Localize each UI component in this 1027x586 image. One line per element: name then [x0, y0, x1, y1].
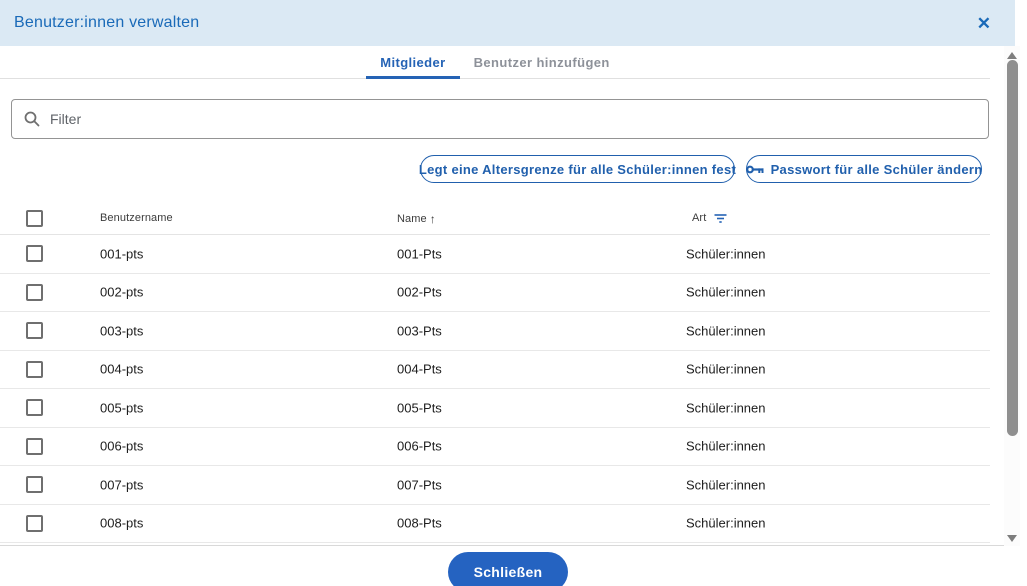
table-row[interactable]: 002-pts 002-Pts Schüler:innen — [0, 274, 990, 313]
close-icon[interactable]: ✕ — [977, 15, 991, 32]
table-row[interactable]: 005-pts 005-Pts Schüler:innen — [0, 389, 990, 428]
filter-funnel-icon[interactable] — [714, 214, 727, 223]
footer-divider — [0, 545, 1015, 546]
dialog-title: Benutzer:innen verwalten — [14, 14, 199, 32]
column-header-art[interactable]: Art — [692, 212, 727, 224]
tab-mitglieder[interactable]: Mitglieder — [366, 46, 459, 78]
cell-art: Schüler:innen — [686, 362, 766, 377]
set-age-limit-label: Legt eine Altersgrenze für alle Schüler:… — [419, 162, 736, 177]
scroll-up-icon[interactable] — [1007, 52, 1017, 59]
cell-benutzername: 005-pts — [100, 400, 143, 415]
cell-name: 001-Pts — [397, 246, 442, 261]
set-age-limit-button[interactable]: Legt eine Altersgrenze für alle Schüler:… — [420, 155, 735, 183]
vertical-scrollbar[interactable] — [1004, 46, 1020, 546]
sort-asc-icon: ↑ — [430, 212, 436, 226]
change-password-button[interactable]: Passwort für alle Schüler ändern — [746, 155, 982, 183]
row-checkbox[interactable] — [26, 515, 43, 532]
tab-bar: Mitglieder Benutzer hinzufügen — [0, 46, 990, 79]
cell-name: 005-Pts — [397, 400, 442, 415]
cell-benutzername: 004-pts — [100, 362, 143, 377]
table-row[interactable]: 003-pts 003-Pts Schüler:innen — [0, 312, 990, 351]
cell-benutzername: 008-pts — [100, 516, 143, 531]
cell-name: 006-Pts — [397, 439, 442, 454]
tab-benutzer-hinzufuegen[interactable]: Benutzer hinzufügen — [460, 46, 624, 78]
table-header-row: Benutzername Name ↑ Art — [0, 200, 990, 235]
column-header-name[interactable]: Name ↑ — [397, 212, 436, 226]
cell-art: Schüler:innen — [686, 246, 766, 261]
filter-field[interactable] — [11, 99, 989, 139]
search-icon — [24, 111, 40, 127]
row-checkbox[interactable] — [26, 361, 43, 378]
select-all-checkbox[interactable] — [26, 210, 43, 227]
table-row[interactable]: 004-pts 004-Pts Schüler:innen — [0, 351, 990, 390]
cell-benutzername: 003-pts — [100, 323, 143, 338]
table-body: 001-pts 001-Pts Schüler:innen 002-pts 00… — [0, 235, 990, 543]
row-checkbox[interactable] — [26, 476, 43, 493]
scrollbar-thumb[interactable] — [1007, 60, 1018, 436]
cell-art: Schüler:innen — [686, 477, 766, 492]
cell-name: 007-Pts — [397, 477, 442, 492]
cell-name: 003-Pts — [397, 323, 442, 338]
row-checkbox[interactable] — [26, 399, 43, 416]
cell-art: Schüler:innen — [686, 516, 766, 531]
cell-benutzername: 001-pts — [100, 246, 143, 261]
dialog-header: Benutzer:innen verwalten ✕ — [0, 0, 1015, 46]
row-checkbox[interactable] — [26, 245, 43, 262]
manage-users-dialog: Benutzer:innen verwalten ✕ Mitglieder Be… — [0, 0, 1027, 586]
key-icon — [746, 164, 764, 175]
cell-benutzername: 006-pts — [100, 439, 143, 454]
cell-name: 002-Pts — [397, 285, 442, 300]
column-header-benutzername[interactable]: Benutzername — [100, 212, 173, 224]
cell-art: Schüler:innen — [686, 323, 766, 338]
cell-art: Schüler:innen — [686, 285, 766, 300]
table-row[interactable]: 007-pts 007-Pts Schüler:innen — [0, 466, 990, 505]
filter-input[interactable] — [50, 111, 976, 127]
cell-benutzername: 002-pts — [100, 285, 143, 300]
row-checkbox[interactable] — [26, 322, 43, 339]
schliessen-button[interactable]: Schließen — [448, 552, 568, 586]
table-row[interactable]: 008-pts 008-Pts Schüler:innen — [0, 505, 990, 544]
change-password-label: Passwort für alle Schüler ändern — [771, 162, 983, 177]
table-row[interactable]: 001-pts 001-Pts Schüler:innen — [0, 235, 990, 274]
table-row[interactable]: 006-pts 006-Pts Schüler:innen — [0, 428, 990, 467]
cell-benutzername: 007-pts — [100, 477, 143, 492]
tab-label: Mitglieder — [380, 55, 445, 70]
cell-name: 008-Pts — [397, 516, 442, 531]
tab-label: Benutzer hinzufügen — [474, 55, 610, 70]
scroll-down-icon[interactable] — [1007, 535, 1017, 542]
cell-art: Schüler:innen — [686, 439, 766, 454]
cell-art: Schüler:innen — [686, 400, 766, 415]
row-checkbox[interactable] — [26, 284, 43, 301]
row-checkbox[interactable] — [26, 438, 43, 455]
cell-name: 004-Pts — [397, 362, 442, 377]
